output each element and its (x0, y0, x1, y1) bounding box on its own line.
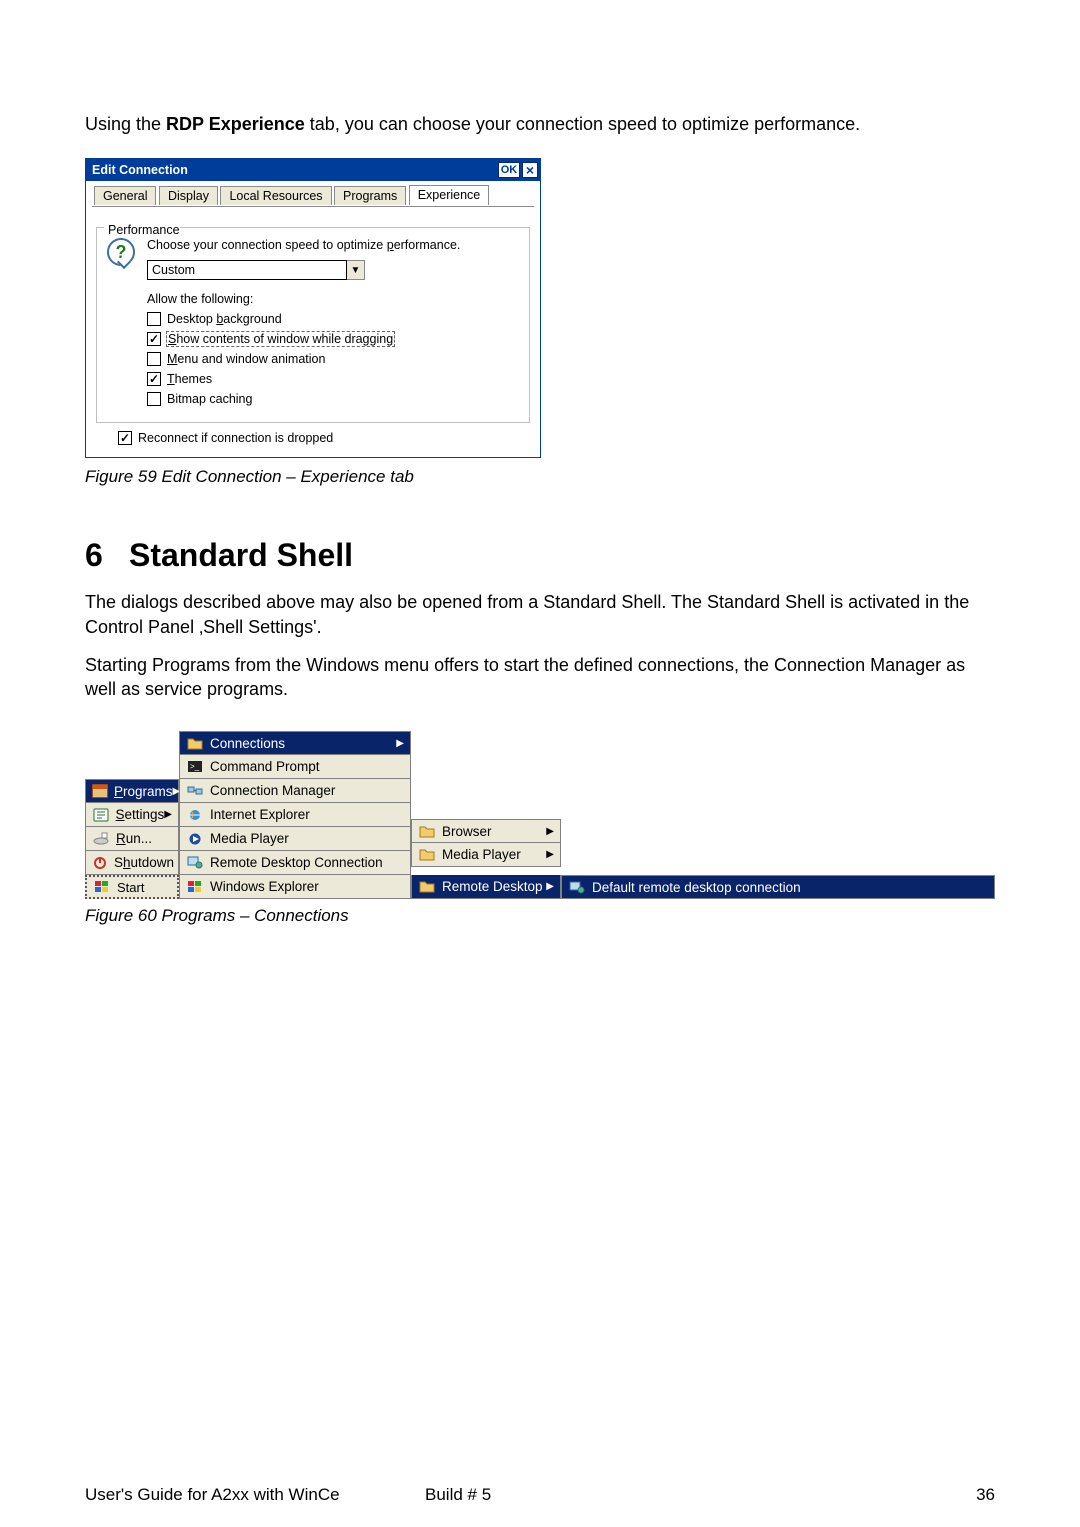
footer-page-number: 36 (935, 1485, 995, 1505)
speed-select[interactable]: Custom ▼ (147, 260, 519, 280)
checkbox-themes[interactable]: ✓ Themes (147, 372, 519, 386)
submenu-default-remote-desktop-connection[interactable]: Default remote desktop connection (561, 875, 995, 899)
submenu-windows-explorer[interactable]: Windows Explorer (179, 875, 411, 899)
svg-text:>_: >_ (190, 762, 200, 771)
programs-icon (92, 783, 108, 799)
start-button[interactable]: Start (85, 875, 179, 899)
menu-shutdown[interactable]: Shutdown (85, 851, 179, 875)
windows-flag-icon (93, 879, 111, 895)
dialog-title: Edit Connection (92, 163, 496, 177)
submenu-remote-desktop-connection[interactable]: Remote Desktop Connection (179, 851, 411, 875)
media-player-icon (186, 831, 204, 847)
command-prompt-icon: >_ (186, 759, 204, 775)
folder-icon (418, 823, 436, 839)
page-footer: User's Guide for A2xx with WinCe Build #… (85, 1485, 995, 1505)
checkbox-box (147, 352, 161, 366)
tab-display[interactable]: Display (159, 186, 218, 205)
body-paragraph-1: The dialogs described above may also be … (85, 590, 995, 639)
footer-center: Build # 5 (425, 1485, 935, 1505)
body-paragraph-2: Starting Programs from the Windows menu … (85, 653, 995, 702)
remote-desktop-icon (568, 879, 586, 895)
submenu-internet-explorer[interactable]: Internet Explorer (179, 803, 411, 827)
tab-general[interactable]: General (94, 186, 156, 205)
checkbox-box: ✓ (147, 372, 161, 386)
submenu-remote-desktop-folder[interactable]: Remote Desktop ▶ (411, 875, 561, 899)
checkbox-bitmap-caching[interactable]: Bitmap caching (147, 392, 519, 406)
dialog-tabs: General Display Local Resources Programs… (92, 185, 534, 207)
checkbox-reconnect[interactable]: ✓ Reconnect if connection is dropped (96, 431, 530, 445)
submenu-command-prompt[interactable]: >_ Command Prompt (179, 755, 411, 779)
performance-description: Choose your connection speed to optimize… (147, 238, 519, 252)
figure-59-caption: Figure 59 Edit Connection – Experience t… (85, 466, 995, 489)
group-title: Performance (104, 223, 180, 237)
run-icon (92, 831, 110, 847)
intro-paragraph: Using the RDP Experience tab, you can ch… (85, 112, 995, 136)
footer-left: User's Guide for A2xx with WinCe (85, 1485, 425, 1505)
submenu-arrow-icon: ▶ (164, 809, 172, 820)
submenu-media-player[interactable]: Media Player (179, 827, 411, 851)
submenu-arrow-icon: ▶ (546, 849, 554, 860)
speed-select-value: Custom (147, 260, 347, 280)
checkbox-menu-animation[interactable]: Menu and window animation (147, 352, 519, 366)
edit-connection-dialog: Edit Connection OK × General Display Loc… (85, 158, 541, 458)
menu-run[interactable]: Run... (85, 827, 179, 851)
remote-desktop-icon (186, 855, 204, 871)
settings-icon (92, 807, 110, 823)
checkbox-show-contents-dragging[interactable]: ✓ Show contents of window while dragging (147, 332, 519, 346)
close-button[interactable]: × (522, 162, 538, 178)
submenu-arrow-icon: ▶ (546, 881, 554, 892)
submenu-connections[interactable]: Connections ▶ (179, 731, 411, 755)
folder-icon (418, 879, 436, 895)
submenu-browser[interactable]: Browser ▶ (411, 819, 561, 843)
menu-programs[interactable]: Programs ▶ (85, 779, 179, 803)
submenu-connection-manager[interactable]: Connection Manager (179, 779, 411, 803)
tab-experience[interactable]: Experience (409, 185, 490, 205)
internet-explorer-icon (186, 807, 204, 823)
figure-60-caption: Figure 60 Programs – Connections (85, 905, 995, 928)
submenu-arrow-icon: ▶ (546, 826, 554, 837)
ok-button[interactable]: OK (498, 162, 520, 178)
checkbox-box: ✓ (118, 431, 132, 445)
shutdown-icon (92, 855, 108, 871)
folder-icon (186, 735, 204, 751)
chevron-down-icon[interactable]: ▼ (347, 260, 365, 280)
checkbox-box (147, 392, 161, 406)
windows-flag-icon (186, 879, 204, 895)
allow-following-label: Allow the following: (147, 292, 519, 306)
connection-manager-icon (186, 783, 204, 799)
help-icon: ? (107, 238, 135, 266)
section-heading: 6Standard Shell (85, 537, 995, 574)
performance-groupbox: ? Choose your connection speed to optimi… (96, 227, 530, 423)
checkbox-desktop-background[interactable]: Desktop background (147, 312, 519, 326)
close-icon: × (526, 163, 534, 177)
submenu-arrow-icon: ▶ (396, 738, 404, 749)
menu-settings[interactable]: Settings ▶ (85, 803, 179, 827)
dialog-titlebar: Edit Connection OK × (86, 159, 540, 181)
checkbox-box: ✓ (147, 332, 161, 346)
checkbox-box (147, 312, 161, 326)
tab-local-resources[interactable]: Local Resources (220, 186, 331, 205)
start-menu-figure: Programs ▶ Settings ▶ Run... Shutdown (85, 723, 995, 899)
tab-programs[interactable]: Programs (334, 186, 406, 205)
folder-icon (418, 847, 436, 863)
submenu-media-player-folder[interactable]: Media Player ▶ (411, 843, 561, 867)
